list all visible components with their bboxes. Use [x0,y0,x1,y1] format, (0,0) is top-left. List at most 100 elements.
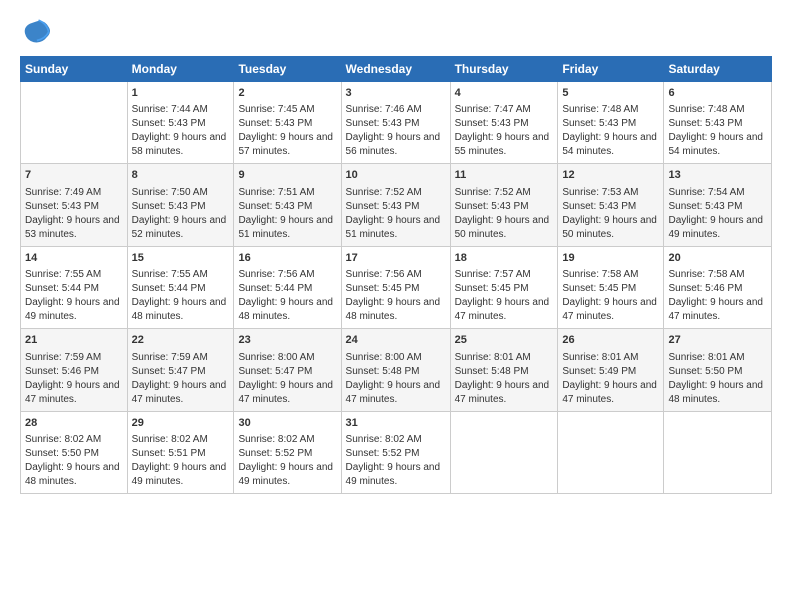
daylight-text: Daylight: 9 hours and 53 minutes. [25,214,123,242]
daylight-text: Daylight: 9 hours and 47 minutes. [238,379,336,407]
daylight-text: Daylight: 9 hours and 49 minutes. [132,461,230,489]
calendar-cell: 31Sunrise: 8:02 AMSunset: 5:52 PMDayligh… [341,411,450,493]
daylight-text: Daylight: 9 hours and 58 minutes. [132,131,230,159]
calendar-cell: 1Sunrise: 7:44 AMSunset: 5:43 PMDaylight… [127,82,234,164]
daylight-text: Daylight: 9 hours and 51 minutes. [346,214,446,242]
sunset-text: Sunset: 5:43 PM [238,200,336,214]
calendar-cell: 11Sunrise: 7:52 AMSunset: 5:43 PMDayligh… [450,164,558,246]
day-number: 8 [132,168,230,183]
sunset-text: Sunset: 5:47 PM [132,365,230,379]
day-number: 10 [346,168,446,183]
calendar-cell: 21Sunrise: 7:59 AMSunset: 5:46 PMDayligh… [21,329,128,411]
day-number: 16 [238,251,336,266]
day-number: 7 [25,168,123,183]
calendar-body: 1Sunrise: 7:44 AMSunset: 5:43 PMDaylight… [21,82,772,494]
calendar-week-3: 14Sunrise: 7:55 AMSunset: 5:44 PMDayligh… [21,246,772,328]
sunrise-text: Sunrise: 7:55 AM [132,268,230,282]
calendar-table: SundayMondayTuesdayWednesdayThursdayFrid… [20,56,772,494]
daylight-text: Daylight: 9 hours and 47 minutes. [346,379,446,407]
logo-icon [20,18,52,46]
daylight-text: Daylight: 9 hours and 48 minutes. [668,379,767,407]
calendar-week-1: 1Sunrise: 7:44 AMSunset: 5:43 PMDaylight… [21,82,772,164]
daylight-text: Daylight: 9 hours and 47 minutes. [25,379,123,407]
calendar-cell: 4Sunrise: 7:47 AMSunset: 5:43 PMDaylight… [450,82,558,164]
calendar-cell: 15 Sunrise: 7:55 AMSunset: 5:44 PMDayligh… [127,246,234,328]
sunset-text: Sunset: 5:43 PM [25,200,123,214]
calendar-week-5: 28Sunrise: 8:02 AMSunset: 5:50 PMDayligh… [21,411,772,493]
calendar-cell: 10Sunrise: 7:52 AMSunset: 5:43 PMDayligh… [341,164,450,246]
header [20,18,772,46]
daylight-text: Daylight: 9 hours and 57 minutes. [238,131,336,159]
sunrise-text: Sunrise: 8:01 AM [668,351,767,365]
calendar-header: SundayMondayTuesdayWednesdayThursdayFrid… [21,57,772,82]
calendar-cell: 13Sunrise: 7:54 AMSunset: 5:43 PMDayligh… [664,164,772,246]
daylight-text: Daylight: 9 hours and 48 minutes. [132,296,230,324]
calendar-cell: 14Sunrise: 7:55 AMSunset: 5:44 PMDayligh… [21,246,128,328]
sunrise-text: Sunrise: 7:52 AM [455,186,554,200]
sunrise-text: Sunrise: 8:00 AM [346,351,446,365]
sunrise-text: Sunrise: 7:56 AM [346,268,446,282]
sunrise-text: Sunrise: 7:53 AM [562,186,659,200]
daylight-text: Daylight: 9 hours and 48 minutes. [346,296,446,324]
calendar-cell: 17Sunrise: 7:56 AMSunset: 5:45 PMDayligh… [341,246,450,328]
page: SundayMondayTuesdayWednesdayThursdayFrid… [0,0,792,612]
sunset-text: Sunset: 5:43 PM [668,200,767,214]
daylight-text: Daylight: 9 hours and 55 minutes. [455,131,554,159]
sunset-text: Sunset: 5:43 PM [132,200,230,214]
calendar-cell: 12Sunrise: 7:53 AMSunset: 5:43 PMDayligh… [558,164,664,246]
day-number: 19 [562,251,659,266]
calendar-cell: 26 Sunrise: 8:01 AMSunset: 5:49 PMDayligh… [558,329,664,411]
calendar-cell: 20Sunrise: 7:58 AMSunset: 5:46 PMDayligh… [664,246,772,328]
day-number: 14 [25,251,123,266]
day-number: 28 [25,416,123,431]
calendar-cell: 9Sunrise: 7:51 AMSunset: 5:43 PMDaylight… [234,164,341,246]
day-number: 2 [238,86,336,101]
daylight-text: Daylight: 9 hours and 52 minutes. [132,214,230,242]
day-number: 3 [346,86,446,101]
sunrise-text: Sunrise: 7:44 AM [132,103,230,117]
sunrise-text: Sunrise: 7:59 AM [25,351,123,365]
sunrise-text: Sunrise: 7:58 AM [562,268,659,282]
calendar-week-2: 7Sunrise: 7:49 AMSunset: 5:43 PMDaylight… [21,164,772,246]
day-number: 18 [455,251,554,266]
day-number: 24 [346,333,446,348]
day-number: 15 [132,251,230,266]
daylight-text: Daylight: 9 hours and 47 minutes. [455,379,554,407]
sunset-text: Sunset: 5:51 PM [132,447,230,461]
sunset-text: Sunset: 5:49 PM [562,365,659,379]
daylight-text: Daylight: 9 hours and 54 minutes. [562,131,659,159]
sunset-text: Sunset: 5:45 PM [455,282,554,296]
calendar-cell [664,411,772,493]
calendar-cell: 24Sunrise: 8:00 AMSunset: 5:48 PMDayligh… [341,329,450,411]
sunrise-text: Sunrise: 8:01 AM [455,351,554,365]
daylight-text: Daylight: 9 hours and 47 minutes. [562,379,659,407]
day-number: 12 [562,168,659,183]
calendar-cell: 23Sunrise: 8:00 AMSunset: 5:47 PMDayligh… [234,329,341,411]
calendar-cell: 6Sunrise: 7:48 AMSunset: 5:43 PMDaylight… [664,82,772,164]
daylight-text: Daylight: 9 hours and 49 minutes. [238,461,336,489]
calendar-cell: 8Sunrise: 7:50 AMSunset: 5:43 PMDaylight… [127,164,234,246]
daylight-text: Daylight: 9 hours and 48 minutes. [25,461,123,489]
header-row: SundayMondayTuesdayWednesdayThursdayFrid… [21,57,772,82]
sunrise-text: Sunrise: 8:01 AM [562,351,659,365]
sunrise-text: Sunrise: 7:47 AM [455,103,554,117]
daylight-text: Daylight: 9 hours and 47 minutes. [668,296,767,324]
sunset-text: Sunset: 5:43 PM [562,200,659,214]
sunset-text: Sunset: 5:45 PM [346,282,446,296]
day-number: 23 [238,333,336,348]
day-number: 13 [668,168,767,183]
sunrise-text: Sunrise: 7:58 AM [668,268,767,282]
sunrise-text: Sunrise: 7:56 AM [238,268,336,282]
sunset-text: Sunset: 5:46 PM [25,365,123,379]
calendar-week-4: 21Sunrise: 7:59 AMSunset: 5:46 PMDayligh… [21,329,772,411]
sunrise-text: Sunrise: 7:55 AM [25,268,123,282]
calendar-cell: 27Sunrise: 8:01 AMSunset: 5:50 PMDayligh… [664,329,772,411]
day-number: 25 [455,333,554,348]
sunset-text: Sunset: 5:44 PM [132,282,230,296]
day-number: 26 [562,333,659,348]
sunrise-text: Sunrise: 8:02 AM [238,433,336,447]
header-cell-tuesday: Tuesday [234,57,341,82]
daylight-text: Daylight: 9 hours and 49 minutes. [346,461,446,489]
sunset-text: Sunset: 5:52 PM [238,447,336,461]
sunrise-text: Sunrise: 8:02 AM [25,433,123,447]
